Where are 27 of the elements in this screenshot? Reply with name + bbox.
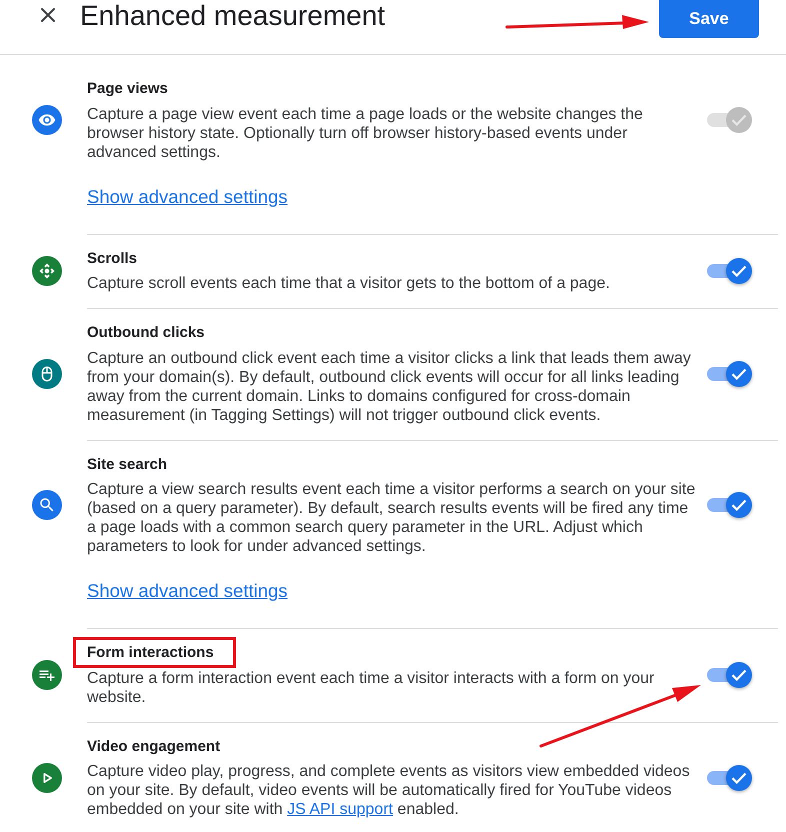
check-icon (731, 264, 747, 277)
feature-title: Video engagement (87, 736, 220, 756)
advanced-settings-link[interactable]: Show advanced settings (87, 580, 288, 602)
feature-description: Capture scroll events each time that a visitor gets to the bottom of a page. (87, 274, 611, 293)
feature-description: Capture an outbound click event each time a visitor clicks a link that leads them away from your domain(s). By default, outbound click events will occur for all links leading away from the current domain. Links to domains configured for cross-domain measurement (in Tagging Settings) will not trigger outbound click events. (87, 348, 692, 424)
check-icon (731, 499, 747, 512)
save-button[interactable]: Save (659, 0, 759, 38)
check-icon (731, 668, 747, 681)
toggle-switch[interactable] (707, 764, 752, 791)
check-icon (731, 114, 747, 126)
toggle-switch[interactable] (707, 258, 752, 284)
inline-link[interactable]: JS API support (287, 801, 393, 818)
feature-title: Page views (87, 79, 168, 99)
feature-description: Capture a view search results event each time a visitor performs a search on your site (based on a query parameter). By default, search results events will be fired any time a page loads with a common search query parameter in the URL. Adjust which parameters to look for under advanced settings. (87, 480, 696, 556)
feature-description: Capture a page view event each time a page loads or the website changes the browser history state. Optionally turn off browser history-based events under advanced settings. (87, 104, 644, 162)
toggle-switch[interactable] (707, 360, 752, 387)
feature-description: Capture video play, progress, and complete events as visitors view embedded videos on your site. By default, video events will be automatically fired for YouTube videos embedded on your site with JS API support enabled. (87, 762, 691, 819)
feature-title: Form interactions (87, 643, 214, 663)
feature-description: Capture a form interaction event each time a visitor interacts with a form on your website. (87, 668, 656, 706)
toggle-switch[interactable] (707, 492, 752, 518)
check-icon (731, 368, 747, 380)
feature-title: Site search (87, 454, 168, 474)
feature-title: Scrolls (87, 248, 138, 268)
check-icon (731, 772, 747, 784)
toggle-switch[interactable] (707, 662, 752, 688)
dialog-title: Enhanced measurement (80, 0, 386, 32)
feature-title: Outbound clicks (87, 323, 205, 343)
